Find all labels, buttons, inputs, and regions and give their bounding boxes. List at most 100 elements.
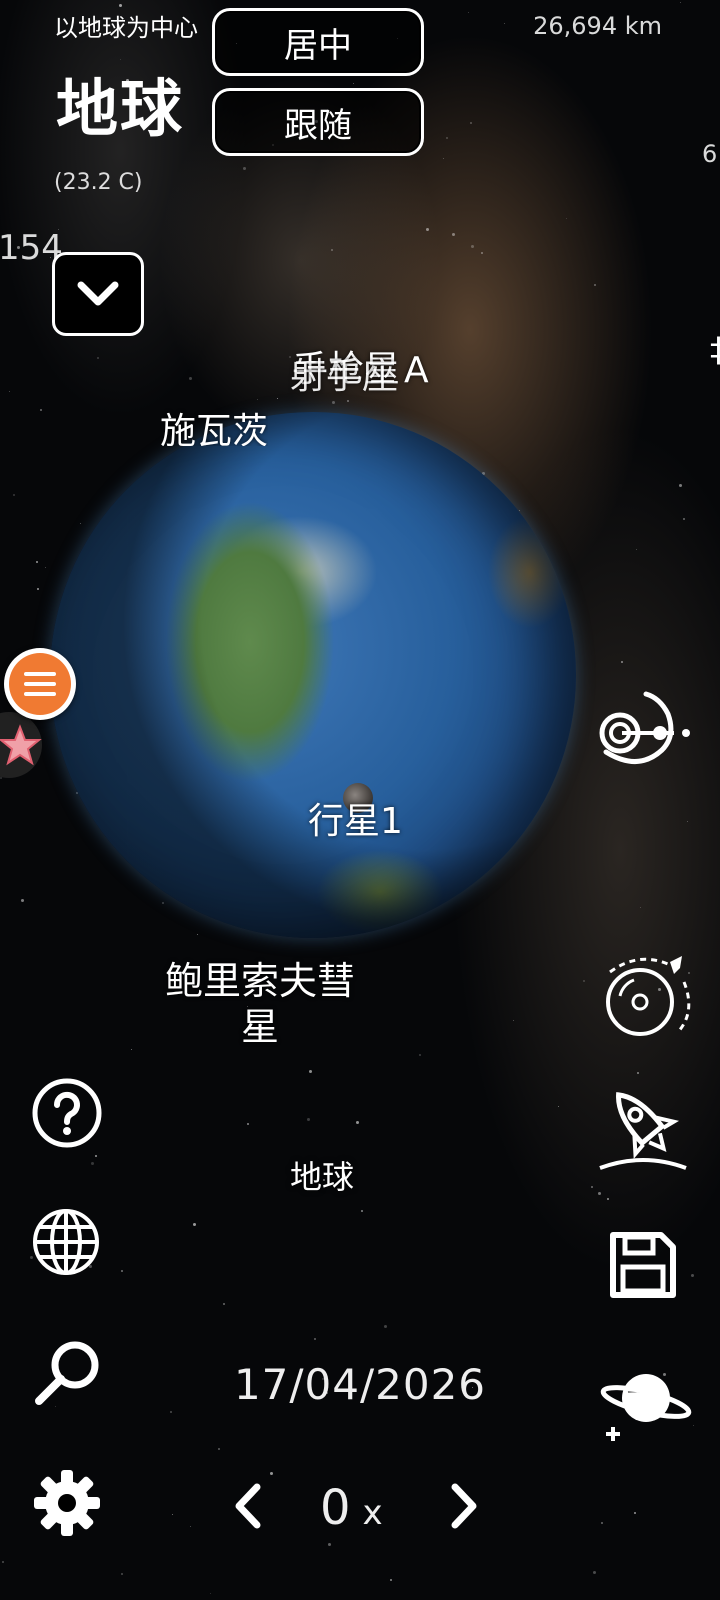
star-dot [637,1072,639,1074]
follow-button-label: 跟随 [284,105,352,146]
star-dot [218,1448,220,1450]
star-dot [683,518,685,520]
star-dot [504,23,505,24]
star-dot [97,357,99,359]
satellite-orbit-button[interactable] [600,952,696,1042]
speed-increase-button[interactable] [444,1480,484,1532]
star-dot [172,1514,173,1515]
star-dot [95,1155,97,1157]
star-dot [607,1198,609,1200]
star-dot [468,12,469,13]
star-dot [384,1325,387,1328]
star-dot [621,661,623,663]
star-dot [309,1070,312,1073]
earth-globe[interactable] [50,412,576,938]
star-dot [446,137,448,139]
star-dot [419,1054,421,1056]
speed-unit: x [362,1493,383,1533]
center-button[interactable]: 居中 [212,8,424,76]
star-dot [583,980,585,982]
star-dot [687,821,688,822]
star-dot [197,934,198,935]
star-dot [390,1579,392,1581]
star-dot [37,588,39,590]
star-dot [119,4,122,7]
speed-decrease-button[interactable] [228,1480,268,1532]
page-title: 地球 [56,72,185,145]
speed-value: 0 [320,1480,351,1536]
settings-button[interactable] [30,1466,104,1540]
center-button-label: 居中 [284,25,352,66]
star-dot [121,1573,123,1575]
orbit-button[interactable] [598,690,694,776]
star-dot [513,1020,514,1021]
star-dot [328,1543,331,1546]
star-dot [566,218,567,219]
edge-glyph-right: ‡ [710,330,720,370]
star-dot [636,549,637,550]
save-button[interactable] [608,1230,678,1300]
edge-value-right: 6 [702,140,718,168]
star-dot [443,158,444,159]
chevron-down-icon [77,281,119,306]
constellation-label[interactable]: 射手座 [290,347,398,399]
star-icon [0,724,42,766]
star-dot [481,252,483,254]
planet-label[interactable]: 地球 [290,1152,354,1198]
star-dot [332,401,335,404]
star-dot [331,249,333,251]
star-dot [471,245,474,248]
orbit-icon [599,691,690,764]
star-dot [601,1522,603,1524]
star-dot [691,1274,694,1277]
chevron-right-icon [451,1483,477,1529]
rocket-launch-button[interactable] [596,1080,690,1176]
chevron-left-icon [235,1483,261,1529]
star-dot [361,1210,363,1212]
star-dot [2,1561,4,1563]
date-display[interactable]: 17/04/2026 [0,1360,720,1409]
star-dot [121,1270,123,1272]
globe-button[interactable] [30,1206,102,1278]
center-mode-label: 以地球为中心 [54,14,198,42]
star-dot [40,409,42,411]
star-dot [634,1512,636,1514]
star-dot [13,494,15,496]
star-dot [452,233,455,236]
menu-button[interactable] [4,648,76,720]
label-suffix: A [404,350,429,391]
star-dot [257,399,258,400]
star-dot [243,167,246,170]
distance-readout: 26,694 km [533,12,662,40]
comet-label[interactable]: 鲍里索夫彗星 [150,958,370,1050]
star-dot [80,523,81,524]
star-dot [189,377,192,380]
dropdown-button[interactable] [52,252,144,336]
star-dot [270,1472,273,1475]
star-dot [45,567,46,568]
partial-object-label[interactable]: 施瓦茨 [160,402,268,446]
star-dot [593,1571,596,1574]
star-dot [594,284,596,286]
star-dot [426,228,429,231]
star-dot [223,1303,225,1305]
star-dot [247,1123,249,1125]
star-dot [353,83,354,84]
star-dot [640,907,641,908]
star-dot [193,1223,196,1226]
star-dot [21,899,24,902]
help-icon [32,1078,102,1148]
star-dot [190,1526,191,1527]
star-dot [131,1049,132,1050]
star-dot [170,1411,172,1413]
satellite-orbit-icon [606,956,691,1036]
star-dot [210,1593,211,1594]
globe-icon [33,1209,99,1275]
star-dot [314,1338,316,1340]
star-dot [162,902,164,904]
temperature-readout: (23.2 C) [54,170,143,195]
moon-label[interactable]: 行星1 [308,792,403,844]
follow-button[interactable]: 跟随 [212,88,424,156]
help-button[interactable] [30,1076,104,1150]
star-dot [591,1186,593,1188]
